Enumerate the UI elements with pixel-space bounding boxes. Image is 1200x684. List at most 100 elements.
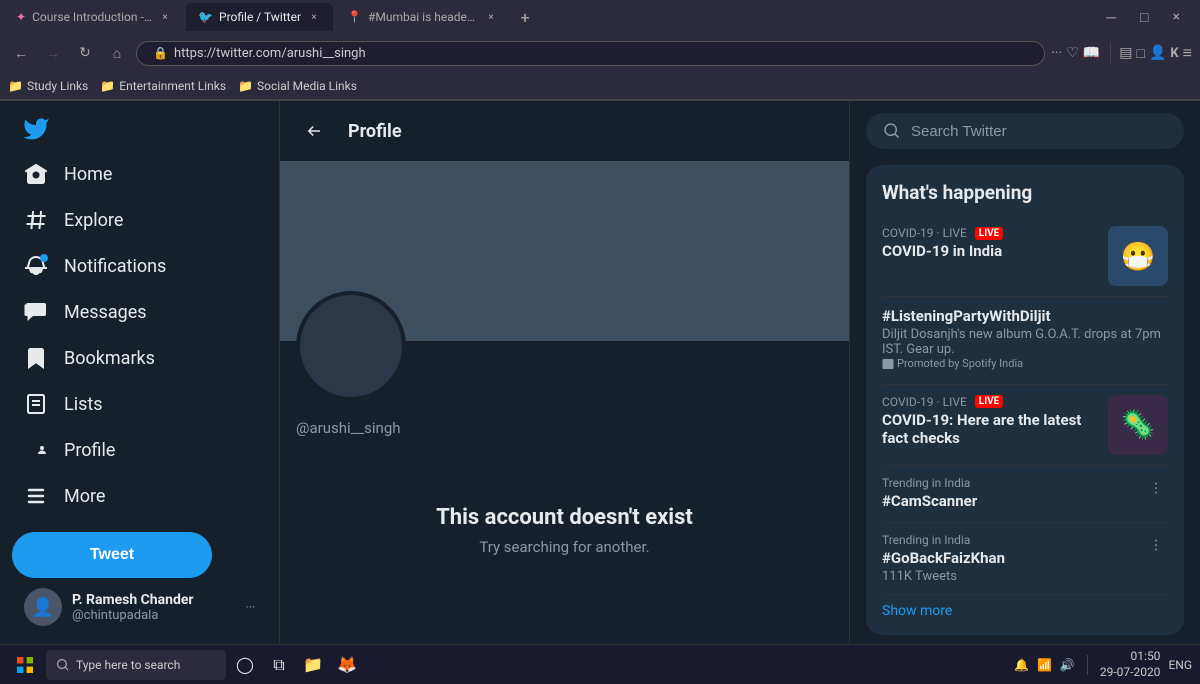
url-text: https://twitter.com/arushi__singh: [174, 46, 366, 61]
taskbar-wifi-icon: 📶: [1037, 658, 1052, 672]
trending-desc-diljit: Diljit Dosanjh's new album G.O.A.T. drop…: [882, 327, 1168, 357]
explore-icon: [24, 208, 48, 232]
taskbar-task-view-icon[interactable]: ⧉: [264, 650, 294, 680]
profile-header-bar: Profile: [280, 101, 849, 161]
mumbai-favicon: 📍: [347, 10, 362, 24]
explore-label: Explore: [64, 210, 123, 231]
trending-item-covid-facts[interactable]: COVID-19 · LIVE LIVE COVID-19: Here are …: [882, 385, 1168, 466]
sidebar-item-home[interactable]: Home: [12, 152, 267, 196]
trending-category-goback: Trending in India: [882, 533, 1136, 547]
user-account-icon[interactable]: 👤: [1149, 45, 1166, 61]
browser-menu-icon[interactable]: ≡: [1183, 43, 1192, 63]
tab-twitter-profile[interactable]: 🐦 Profile / Twitter ×: [186, 3, 333, 31]
trending-item-covid-india[interactable]: COVID-19 · LIVE LIVE COVID-19 in India 😷: [882, 216, 1168, 297]
address-bar: ← → ↻ ⌂ 🔒 https://twitter.com/arushi__si…: [0, 34, 1200, 72]
tab-scrimba[interactable]: ✦ Course Introduction - Scrimba ×: [4, 3, 184, 31]
tab-scrimba-close[interactable]: ×: [158, 10, 172, 24]
show-more-button[interactable]: Show more: [882, 603, 1168, 619]
home-icon: [24, 162, 48, 186]
bookmark-study-links[interactable]: 📁 Study Links: [8, 79, 88, 93]
notification-dot: [40, 254, 48, 262]
covid-facts-image: 🦠: [1108, 395, 1168, 455]
taskbar-right: 🔔 📶 🔊 01:50 29-07-2020 ENG: [1014, 649, 1192, 680]
app-container: Home Explore Notifications: [0, 101, 1200, 644]
trending-tag-camscanner: #CamScanner: [882, 492, 1136, 510]
back-arrow-button[interactable]: [296, 113, 332, 149]
taskbar-folder-icon[interactable]: 📁: [298, 650, 328, 680]
trending-section: What's happening COVID-19 · LIVE LIVE CO…: [866, 165, 1184, 635]
taskbar-search-bar[interactable]: Type here to search: [46, 650, 226, 680]
search-input[interactable]: [911, 123, 1167, 140]
tweet-button[interactable]: Tweet: [12, 532, 212, 578]
taskbar-search-text: Type here to search: [76, 658, 180, 672]
minimize-button[interactable]: ─: [1098, 9, 1124, 26]
sidebar-item-bookmarks[interactable]: Bookmarks: [12, 336, 267, 380]
user-menu-chevron[interactable]: ···: [246, 600, 255, 614]
lists-icon: [24, 392, 48, 416]
taskbar-time-value: 01:50: [1100, 649, 1161, 665]
profile-icon: [24, 438, 48, 462]
taskbar-firefox-icon[interactable]: 🦊: [332, 650, 362, 680]
tab-scrimba-label: Course Introduction - Scrimba: [32, 10, 152, 24]
start-button[interactable]: [8, 648, 42, 682]
bookmark-star-icon[interactable]: ♡: [1066, 45, 1079, 61]
user-handle: @chintupadala: [72, 608, 236, 623]
trending-info-diljit: #ListeningPartyWithDiljit Diljit Dosanjh…: [882, 307, 1168, 374]
taskbar-cortana-icon[interactable]: ◯: [230, 650, 260, 680]
bookmark-entertainment-links[interactable]: 📁 Entertainment Links: [100, 79, 226, 93]
home-nav-button[interactable]: ⌂: [104, 40, 130, 66]
sidebar-item-explore[interactable]: Explore: [12, 198, 267, 242]
maximize-button[interactable]: □: [1132, 9, 1156, 26]
refresh-button[interactable]: ↻: [72, 40, 98, 66]
goback-more-icon[interactable]: [1144, 533, 1168, 557]
account-not-exist-section: This account doesn't exist Try searching…: [280, 445, 849, 576]
folder-icon: 📁: [8, 79, 23, 93]
user-display-name: P. Ramesh Chander: [72, 592, 236, 608]
notifications-label: Notifications: [64, 256, 166, 277]
extensions-icon[interactable]: ▤: [1119, 45, 1132, 61]
user-profile-bar[interactable]: 👤 P. Ramesh Chander @chintupadala ···: [12, 578, 267, 636]
sidebar-item-messages[interactable]: Messages: [12, 290, 267, 334]
trending-tag-diljit: #ListeningPartyWithDiljit: [882, 307, 1168, 325]
tab-twitter-close[interactable]: ×: [307, 10, 321, 24]
trending-category-covid-facts: COVID-19 · LIVE LIVE: [882, 395, 1100, 409]
trending-tag-covid-india: COVID-19 in India: [882, 242, 1100, 260]
back-button[interactable]: ←: [8, 40, 34, 66]
accounts-icon[interactable]: □: [1136, 45, 1144, 62]
search-bar[interactable]: [866, 113, 1184, 149]
bookmarks-bar: 📁 Study Links 📁 Entertainment Links 📁 So…: [0, 72, 1200, 100]
scrimba-favicon: ✦: [16, 10, 26, 24]
taskbar-volume-icon: 🔊: [1060, 658, 1075, 672]
new-tab-button[interactable]: +: [512, 4, 538, 30]
more-options-icon[interactable]: ···: [1051, 45, 1062, 61]
browser-menu-k: K: [1170, 46, 1178, 61]
tab-mumbai-close[interactable]: ×: [484, 10, 498, 24]
forward-button[interactable]: →: [40, 40, 66, 66]
sidebar-item-notifications[interactable]: Notifications: [12, 244, 267, 288]
trending-item-diljit[interactable]: #ListeningPartyWithDiljit Diljit Dosanjh…: [882, 297, 1168, 385]
search-icon: [883, 122, 901, 140]
folder-icon-2: 📁: [100, 79, 115, 93]
trending-info-camscanner: Trending in India #CamScanner: [882, 476, 1136, 512]
not-exist-subtitle: Try searching for another.: [300, 538, 829, 556]
sidebar-item-profile[interactable]: Profile: [12, 428, 267, 472]
bookmark-social-links[interactable]: 📁 Social Media Links: [238, 79, 357, 93]
user-info: P. Ramesh Chander @chintupadala: [72, 592, 236, 623]
sidebar: Home Explore Notifications: [0, 101, 280, 644]
trending-info-covid-india: COVID-19 · LIVE LIVE COVID-19 in India: [882, 226, 1100, 262]
live-badge-2: LIVE: [975, 395, 1004, 408]
more-label: More: [64, 486, 105, 507]
close-button[interactable]: ×: [1165, 9, 1188, 25]
sidebar-item-lists[interactable]: Lists: [12, 382, 267, 426]
reading-mode-icon[interactable]: 📖: [1083, 45, 1100, 61]
url-bar[interactable]: 🔒 https://twitter.com/arushi__singh: [136, 41, 1045, 66]
sidebar-item-more[interactable]: More: [12, 474, 267, 518]
trending-item-camscanner[interactable]: Trending in India #CamScanner: [882, 466, 1168, 523]
trending-item-goback[interactable]: Trending in India #GoBackFaizKhan 111K T…: [882, 523, 1168, 595]
main-content: Profile @arushi__singh This account does…: [280, 101, 850, 644]
taskbar-search-icon: [56, 658, 70, 672]
twitter-logo[interactable]: [12, 109, 60, 148]
camscanner-more-icon[interactable]: [1144, 476, 1168, 500]
tab-mumbai[interactable]: 📍 #Mumbai is headed for herd Im ×: [335, 3, 510, 31]
notifications-icon-wrapper: [24, 254, 48, 278]
